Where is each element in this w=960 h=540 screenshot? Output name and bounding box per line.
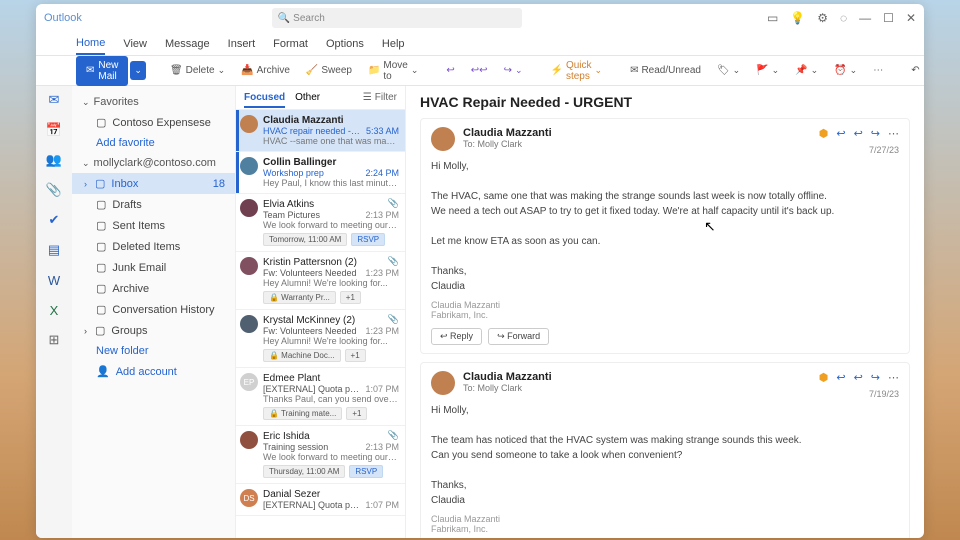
- inbox-icon[interactable]: ▭: [767, 11, 778, 25]
- archive-button[interactable]: 📥 Archive: [237, 63, 294, 78]
- search-input[interactable]: 🔍 Search: [272, 8, 522, 28]
- gear-icon[interactable]: ⚙: [817, 11, 828, 25]
- readunread-button[interactable]: ✉ Read/Unread: [626, 63, 705, 78]
- pin-icon[interactable]: 📌 ⌄: [791, 63, 822, 78]
- calendar-icon[interactable]: 📅: [46, 122, 62, 138]
- folder-groups[interactable]: ›▢ Groups: [72, 320, 235, 341]
- undo-icon[interactable]: ↶: [907, 63, 923, 78]
- folder-junk-email[interactable]: ▢ Junk Email: [72, 257, 235, 278]
- attach-icon[interactable]: 📎: [46, 182, 62, 198]
- folder-archive[interactable]: ▢ Archive: [72, 278, 235, 299]
- word-icon[interactable]: W: [46, 272, 62, 288]
- flag-icon[interactable]: 🚩 ⌄: [752, 63, 783, 78]
- folder-drafts[interactable]: ▢ Drafts: [72, 194, 235, 215]
- excel-icon[interactable]: X: [46, 302, 62, 318]
- nav-fav-item[interactable]: ▢ Contoso Expensese: [72, 112, 235, 133]
- add-favorite-link[interactable]: Add favorite: [72, 133, 235, 153]
- titlebar: Outlook 🔍 Search ▭ 💡 ⚙ ◌ — ☐ ✕: [36, 4, 924, 32]
- reading-pane: HVAC Repair Needed - URGENT ⬢↩↩↪⋯7/27/23…: [406, 86, 924, 538]
- new-mail-dropdown[interactable]: ⌄: [130, 61, 146, 80]
- tab-other[interactable]: Other: [295, 89, 320, 106]
- moveto-button[interactable]: 📁 Move to ⌄: [364, 58, 422, 84]
- star-icon[interactable]: ⬢: [819, 127, 829, 140]
- ribbon: ✉ New Mail ⌄ 🗑 Delete ⌄ 📥 Archive 🧹 Swee…: [36, 56, 924, 86]
- replyall-icon[interactable]: ↩: [854, 127, 863, 140]
- mail-icon[interactable]: ✉: [46, 92, 62, 108]
- message-item[interactable]: Krystal McKinney (2)Fw: Volunteers Neede…: [236, 310, 405, 368]
- bulb-icon[interactable]: ◌: [840, 11, 847, 25]
- people-icon[interactable]: 👥: [46, 152, 62, 168]
- cursor-icon: ↖: [704, 218, 716, 235]
- reply-icon[interactable]: ↩: [442, 63, 458, 78]
- snooze-icon[interactable]: ⏰ ⌄: [830, 63, 861, 78]
- message-item[interactable]: Collin BallingerWorkshop prep2:24 PMHey …: [236, 152, 405, 194]
- folder-conversation-history[interactable]: ▢ Conversation History: [72, 299, 235, 320]
- conversation-title: HVAC Repair Needed - URGENT: [420, 94, 910, 110]
- quicksteps-button[interactable]: ⚡ Quick steps ⌄: [547, 58, 607, 84]
- new-mail-button[interactable]: ✉ New Mail: [76, 56, 128, 86]
- reply-button[interactable]: ↩ Reply: [431, 328, 482, 345]
- close-icon[interactable]: ✕: [906, 11, 916, 25]
- search-icon: 🔍: [278, 13, 290, 24]
- sweep-button[interactable]: 🧹 Sweep: [302, 63, 356, 78]
- apps-icon[interactable]: ⊞: [46, 332, 62, 348]
- favorites-header[interactable]: ⌄ Favorites: [72, 92, 235, 112]
- tab-help[interactable]: Help: [382, 34, 405, 54]
- tab-insert[interactable]: Insert: [228, 34, 256, 54]
- message-list: Focused Other ☰ Filter Claudia MazzantiH…: [236, 86, 406, 538]
- replyall-icon[interactable]: ↩↩: [467, 63, 492, 78]
- email-card: ⬢↩↩↪⋯7/19/23Claudia MazzantiTo: Molly Cl…: [420, 362, 910, 538]
- folder-deleted-items[interactable]: ▢ Deleted Items: [72, 236, 235, 257]
- star-icon[interactable]: ⬢: [819, 371, 829, 384]
- folder-sent-items[interactable]: ▢ Sent Items: [72, 215, 235, 236]
- tag-icon[interactable]: 🏷 ⌄: [713, 63, 744, 78]
- message-item[interactable]: Elvia AtkinsTeam Pictures2:13 PMWe look …: [236, 194, 405, 252]
- more-icon[interactable]: ⋯: [869, 63, 887, 78]
- tab-view[interactable]: View: [123, 34, 147, 54]
- delete-button[interactable]: 🗑 Delete ⌄: [166, 63, 229, 78]
- maximize-icon[interactable]: ☐: [883, 11, 894, 25]
- forward-icon[interactable]: ↪: [871, 127, 880, 140]
- folder-inbox[interactable]: ›▢ Inbox18: [72, 173, 235, 194]
- message-item[interactable]: Eric IshidaTraining session2:13 PMWe loo…: [236, 426, 405, 484]
- tab-focused[interactable]: Focused: [244, 89, 285, 108]
- forward-icon[interactable]: ↪: [871, 371, 880, 384]
- message-item[interactable]: Kristin Pattersnon (2)Fw: Volunteers Nee…: [236, 252, 405, 310]
- reply-icon[interactable]: ↩: [836, 127, 845, 140]
- tab-format[interactable]: Format: [273, 34, 308, 54]
- todo-icon[interactable]: ✔: [46, 212, 62, 228]
- account-header[interactable]: ⌄ mollyclark@contoso.com: [72, 153, 235, 173]
- replyall-icon[interactable]: ↩: [854, 371, 863, 384]
- forward-icon[interactable]: ↪ ⌄: [500, 63, 527, 78]
- forward-button[interactable]: ↪ Forward: [488, 328, 549, 345]
- menu-tabs: Home View Message Insert Format Options Help: [36, 32, 924, 56]
- notif-icon[interactable]: 💡: [790, 11, 805, 25]
- message-item[interactable]: Claudia MazzantiHVAC repair needed - U (…: [236, 110, 405, 152]
- msglist-header: Focused Other ☰ Filter: [236, 86, 405, 110]
- more-icon[interactable]: ⋯: [888, 127, 899, 140]
- app-title: Outlook: [44, 12, 82, 24]
- tab-home[interactable]: Home: [76, 33, 105, 55]
- feed-icon[interactable]: ▤: [46, 242, 62, 258]
- folder-nav: ⌄ Favorites ▢ Contoso Expensese Add favo…: [72, 86, 236, 538]
- titlebar-controls: ▭ 💡 ⚙ ◌ — ☐ ✕: [767, 11, 916, 25]
- reply-icon[interactable]: ↩: [836, 371, 845, 384]
- outlook-window: Outlook 🔍 Search ▭ 💡 ⚙ ◌ — ☐ ✕ Home View M…: [36, 4, 924, 538]
- tab-options[interactable]: Options: [326, 34, 364, 54]
- message-item[interactable]: DSDanial Sezer[EXTERNAL] Quota per...1:0…: [236, 484, 405, 516]
- app-rail: ✉ 📅 👥 📎 ✔ ▤ W X ⊞: [36, 86, 72, 538]
- filter-button[interactable]: ☰ Filter: [363, 92, 397, 103]
- message-item[interactable]: EPEdmee Plant[EXTERNAL] Quota per...1:07…: [236, 368, 405, 426]
- tab-message[interactable]: Message: [165, 34, 210, 54]
- email-card: ⬢↩↩↪⋯7/27/23Claudia MazzantiTo: Molly Cl…: [420, 118, 910, 354]
- more-icon[interactable]: ⋯: [888, 371, 899, 384]
- minimize-icon[interactable]: —: [859, 11, 871, 25]
- add-account-link[interactable]: 👤 Add account: [72, 361, 235, 382]
- new-folder-link[interactable]: New folder: [72, 341, 235, 361]
